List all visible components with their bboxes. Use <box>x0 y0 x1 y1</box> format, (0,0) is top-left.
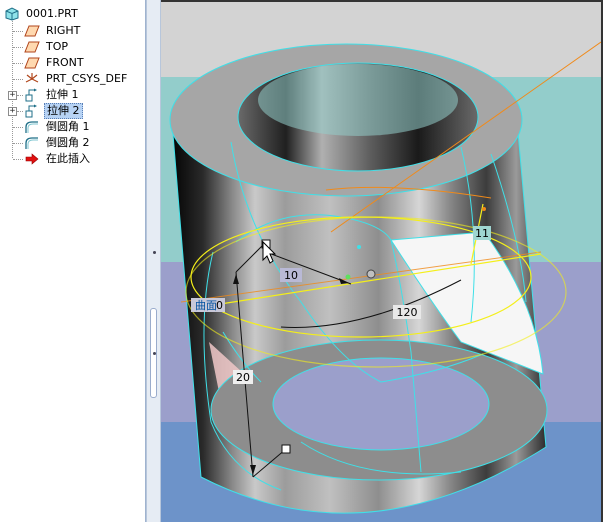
model-canvas[interactable]: 10 120 20 曲面 0 11 <box>161 2 603 522</box>
model-tree-panel: 0001.PRT RIGHT TOP FRONT PRT_CSYS_DEF + <box>0 0 146 522</box>
svg-text:曲面: 曲面 <box>195 299 217 312</box>
tree-item-round-2[interactable]: 倒圆角 2 <box>24 135 144 151</box>
svg-text:11: 11 <box>475 227 489 240</box>
tree-item-label: 在此插入 <box>46 152 90 165</box>
splitter-dot <box>153 352 156 355</box>
origin-point <box>345 274 351 280</box>
expand-toggle[interactable]: + <box>8 91 17 100</box>
tree-branch-line <box>13 79 23 80</box>
tree-item-extrude-1[interactable]: 拉伸 1 <box>24 87 144 103</box>
tree-root-item[interactable]: 0001.PRT <box>4 6 144 22</box>
tree-branch-line <box>13 127 23 128</box>
origin-point <box>357 245 361 249</box>
tree-item-top[interactable]: TOP <box>24 39 144 55</box>
drag-handle-bottom[interactable] <box>281 444 291 454</box>
extrude-icon <box>25 88 37 102</box>
tree-item-label: FRONT <box>46 56 84 69</box>
dimension-label-11[interactable]: 11 <box>473 226 491 240</box>
tree-branch-line <box>13 31 23 32</box>
svg-text:120: 120 <box>397 306 418 319</box>
part-icon <box>5 7 19 21</box>
datum-plane-icon <box>24 57 40 69</box>
origin-point <box>482 207 486 211</box>
tree-item-round-1[interactable]: 倒圆角 1 <box>24 119 144 135</box>
tree-item-csys[interactable]: PRT_CSYS_DEF <box>24 71 144 87</box>
tree-branch-line <box>13 143 23 144</box>
dimension-label-0[interactable]: 曲面 0 <box>191 298 225 312</box>
graphics-viewport[interactable]: 10 120 20 曲面 0 11 <box>161 0 603 522</box>
tree-branch-line <box>13 159 23 160</box>
datum-plane-icon <box>24 41 40 53</box>
dimension-label-120[interactable]: 120 <box>393 305 421 319</box>
tree-item-extrude-2[interactable]: 拉伸 2 <box>24 103 144 119</box>
axis-pivot-handle[interactable] <box>366 269 376 279</box>
tree-branch-line <box>17 111 23 112</box>
svg-text:0: 0 <box>216 299 223 312</box>
tree-item-insert-here[interactable]: 在此插入 <box>24 151 144 167</box>
splitter-dot <box>153 251 156 254</box>
svg-text:10: 10 <box>284 269 298 282</box>
tree-item-label: TOP <box>46 40 69 53</box>
panel-splitter[interactable] <box>146 0 161 522</box>
expand-toggle[interactable]: + <box>8 107 17 116</box>
svg-text:20: 20 <box>236 371 250 384</box>
round-icon <box>25 137 38 149</box>
insert-here-arrow-icon <box>25 153 39 165</box>
tree-item-label: 拉伸 2 <box>44 103 83 119</box>
coordinate-system-icon <box>25 73 39 83</box>
tree-branch-line <box>13 63 23 64</box>
tree-item-label: 拉伸 1 <box>46 88 79 101</box>
datum-plane-icon <box>24 25 40 37</box>
top-ring-hole-depth <box>258 64 458 136</box>
tree-item-right[interactable]: RIGHT <box>24 23 144 39</box>
bottom-ring-hole <box>272 357 490 451</box>
extrude-icon <box>25 104 37 118</box>
tree-root-label: 0001.PRT <box>26 7 78 20</box>
dimension-label-10[interactable]: 10 <box>280 268 302 282</box>
tree-item-front[interactable]: FRONT <box>24 55 144 71</box>
tree-branch-line <box>13 47 23 48</box>
tree-item-label: PRT_CSYS_DEF <box>46 72 128 85</box>
dimension-label-20[interactable]: 20 <box>233 370 253 384</box>
tree-branch-line <box>17 95 23 96</box>
tree-item-label: 倒圆角 2 <box>46 136 90 149</box>
tree-item-label: RIGHT <box>46 24 81 37</box>
round-icon <box>25 121 38 133</box>
tree-item-label: 倒圆角 1 <box>46 120 90 133</box>
